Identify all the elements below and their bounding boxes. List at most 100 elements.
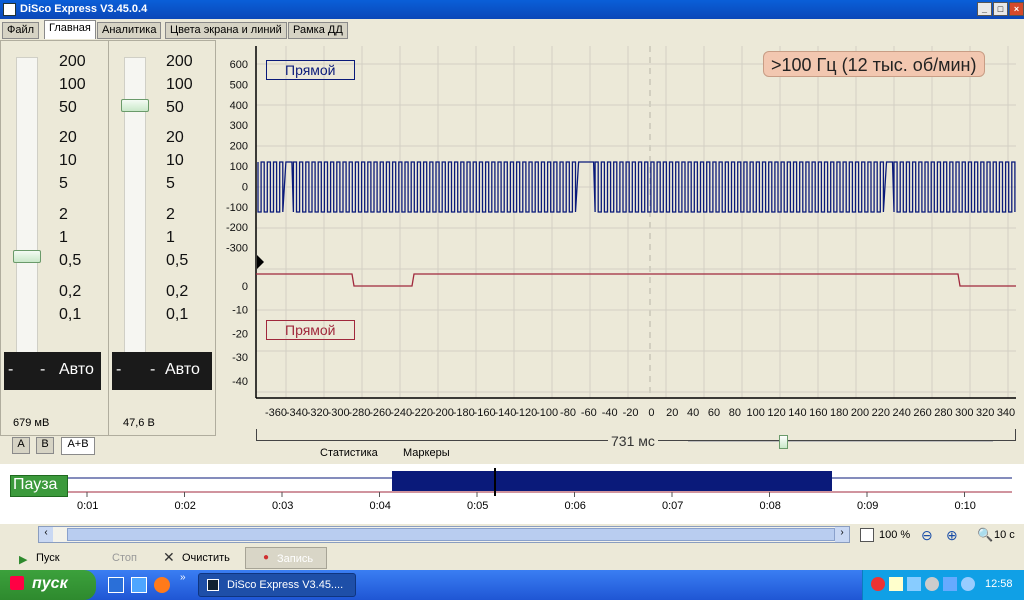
- clear-button[interactable]: Очистить: [182, 552, 230, 564]
- scale-label[interactable]: 0,1: [166, 306, 188, 324]
- channel-b-auto-button[interactable]: - - Авто: [112, 352, 212, 390]
- x-tick-label: -260: [369, 407, 391, 419]
- tray-icon[interactable]: [943, 577, 957, 591]
- quicklaunch-icon[interactable]: [108, 577, 124, 593]
- channel-a-scale-thumb[interactable]: [13, 250, 41, 263]
- zoom-time-icon[interactable]: 🔍: [977, 527, 993, 543]
- channel-a-value: 679 мВ: [13, 417, 50, 429]
- tray-icon[interactable]: [961, 577, 975, 591]
- tab-analytics[interactable]: Аналитика: [97, 22, 162, 39]
- y-tick-label: 500: [230, 79, 248, 91]
- minimize-button[interactable]: _: [977, 2, 992, 16]
- control-bar: ▶ Пуск Стоп ✕ Очистить ● Запись: [0, 546, 1024, 570]
- start-menu-button[interactable]: пуск: [0, 570, 96, 600]
- scale-label[interactable]: 50: [166, 99, 184, 117]
- zoom-out-icon[interactable]: ⊖: [921, 527, 933, 544]
- zoom-fit-icon[interactable]: [860, 528, 874, 542]
- y-tick-label: 0: [242, 281, 248, 293]
- scale-label[interactable]: 0,2: [166, 283, 188, 301]
- timeline[interactable]: Пауза 0:01 0:02 0:03 0:04 0:05 0:06 0:07 0:08 0:…: [0, 464, 1024, 524]
- channel-a-auto-button[interactable]: - - Авто: [4, 352, 101, 390]
- scale-label[interactable]: 0,5: [59, 252, 81, 270]
- scroll-right-icon[interactable]: ›: [835, 527, 849, 542]
- scale-label[interactable]: 200: [59, 53, 86, 71]
- title-bar: DiSco Express V3.45.0.4 _ □ ×: [0, 0, 1024, 19]
- x-tick-label: 320: [976, 407, 994, 419]
- channel-b-label[interactable]: Прямой: [266, 320, 355, 340]
- tab-statistics[interactable]: Статистика: [320, 447, 378, 459]
- scale-label[interactable]: 50: [59, 99, 77, 117]
- scale-label[interactable]: 100: [59, 76, 86, 94]
- timeline-tick-label: 0:08: [759, 500, 781, 512]
- record-button[interactable]: ● Запись: [245, 547, 327, 569]
- desktop-icon[interactable]: [131, 577, 147, 593]
- stop-button[interactable]: Стоп: [112, 552, 137, 564]
- tab-channel-ab[interactable]: A+B: [61, 437, 95, 455]
- tab-main[interactable]: Главная: [44, 20, 96, 39]
- x-tick-label: -80: [560, 407, 576, 419]
- x-tick-label: 180: [830, 407, 848, 419]
- channel-a-label[interactable]: Прямой: [266, 60, 355, 80]
- tab-dd-frame[interactable]: Рамка ДД: [288, 22, 348, 39]
- maximize-button[interactable]: □: [993, 2, 1008, 16]
- tray-icon[interactable]: [871, 577, 885, 591]
- scale-label[interactable]: 2: [166, 206, 175, 224]
- tab-channel-a[interactable]: A: [12, 437, 30, 454]
- y-tick-label: 300: [230, 120, 248, 132]
- timeline-tick-label: 0:10: [954, 500, 976, 512]
- x-tick-label: -120: [515, 407, 537, 419]
- firefox-icon[interactable]: [154, 577, 170, 593]
- scroll-left-icon[interactable]: ‹: [39, 527, 53, 542]
- x-tick-label: 0: [648, 407, 654, 419]
- position-slider-thumb[interactable]: [779, 435, 788, 449]
- scale-label[interactable]: 10: [59, 152, 77, 170]
- windows-logo-icon: [10, 576, 24, 590]
- scale-label[interactable]: 5: [59, 175, 68, 193]
- scale-label[interactable]: 0,5: [166, 252, 188, 270]
- oscilloscope-view[interactable]: 600 500 400 300 200 100 0 -100 -200 -300 0 -10 -20-…: [222, 40, 1024, 464]
- scale-label[interactable]: 20: [166, 129, 184, 147]
- system-tray: 12:58: [862, 570, 1024, 600]
- tray-icon[interactable]: [907, 577, 921, 591]
- x-tick-label: 60: [708, 407, 720, 419]
- x-tick-label: -300: [328, 407, 350, 419]
- scale-label[interactable]: 2: [59, 206, 68, 224]
- channel-a-scale-track[interactable]: [16, 57, 38, 379]
- scale-label[interactable]: 0,1: [59, 306, 81, 324]
- taskbar-item-disco[interactable]: DiSco Express V3.45....: [198, 573, 356, 597]
- trigger-marker-icon[interactable]: [257, 255, 264, 269]
- scale-label[interactable]: 5: [166, 175, 175, 193]
- timeline-tick-label: 0:07: [662, 500, 684, 512]
- chevron-icon[interactable]: »: [180, 572, 186, 583]
- tab-file[interactable]: Файл: [2, 22, 40, 39]
- pause-status: Пауза: [10, 475, 68, 497]
- auto-label: Авто: [59, 361, 94, 378]
- scale-label[interactable]: 0,2: [59, 283, 81, 301]
- scroll-thumb[interactable]: [67, 528, 835, 541]
- position-slider-track[interactable]: [688, 441, 993, 442]
- x-tick-label: 220: [872, 407, 890, 419]
- scale-label[interactable]: 1: [166, 229, 175, 247]
- scale-label[interactable]: 100: [166, 76, 193, 94]
- timeline-ticks: [86, 492, 965, 497]
- tray-icon[interactable]: [925, 577, 939, 591]
- zoom-in-icon[interactable]: ⊕: [946, 527, 958, 544]
- clear-icon: ✕: [163, 549, 175, 565]
- tray-icon[interactable]: [889, 577, 903, 591]
- tab-channel-b[interactable]: B: [36, 437, 54, 454]
- horizontal-scrollbar[interactable]: ‹ ›: [38, 526, 850, 543]
- scale-panel: 200 100 50 20 10 5 2 1 0,5 0,2 0,1 200 1…: [0, 40, 216, 436]
- x-tick-label: 40: [687, 407, 699, 419]
- scale-label[interactable]: 200: [166, 53, 193, 71]
- close-button[interactable]: ×: [1009, 2, 1024, 16]
- start-button[interactable]: Пуск: [36, 552, 60, 564]
- scale-label[interactable]: 20: [59, 129, 77, 147]
- channel-b-scale-thumb[interactable]: [121, 99, 149, 112]
- x-tick-label: -280: [348, 407, 370, 419]
- scale-label[interactable]: 1: [59, 229, 68, 247]
- scale-label[interactable]: 10: [166, 152, 184, 170]
- tab-colors[interactable]: Цвета экрана и линий: [165, 22, 287, 39]
- tab-markers[interactable]: Маркеры: [403, 447, 450, 459]
- timeline-tick-label: 0:03: [272, 500, 294, 512]
- y-tick-label: -30: [232, 352, 248, 364]
